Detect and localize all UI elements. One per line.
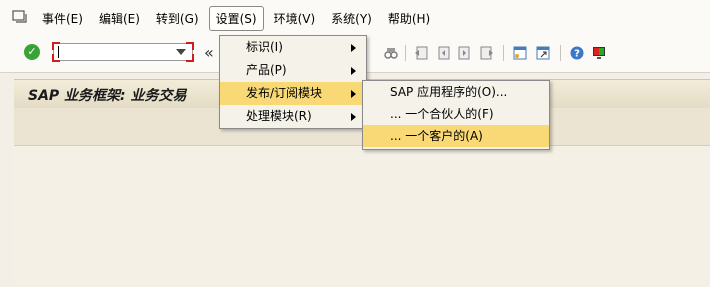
work-area: [14, 146, 710, 287]
shortcut-icon[interactable]: [536, 46, 550, 60]
menu-edit[interactable]: 编辑(E): [93, 7, 146, 30]
menu-help[interactable]: 帮助(H): [382, 7, 436, 30]
previous-page-icon[interactable]: [436, 46, 450, 60]
publish-subscribe-submenu: SAP 应用程序的(O)... ... 一个合伙人的(F) ... 一个客户的(…: [362, 80, 550, 150]
help-icon[interactable]: ?: [570, 46, 584, 60]
menu-environment[interactable]: 环境(V): [268, 7, 322, 30]
collapse-icon[interactable]: «: [204, 43, 214, 62]
submenu-arrow-icon: [351, 113, 356, 121]
settings-menu: 标识(I) 产品(P) 发布/订阅模块 处理模块(R): [219, 35, 367, 129]
settings-item-process-modules[interactable]: 处理模块(R): [220, 105, 366, 128]
next-page-icon[interactable]: [458, 46, 472, 60]
settings-item-identification[interactable]: 标识(I): [220, 36, 366, 59]
command-field[interactable]: [52, 42, 194, 62]
last-page-icon[interactable]: [480, 46, 494, 60]
customize-layout-icon[interactable]: [592, 46, 606, 60]
settings-item-product[interactable]: 产品(P): [220, 59, 366, 82]
new-session-icon[interactable]: [513, 46, 527, 60]
menu-system[interactable]: 系统(Y): [325, 7, 378, 30]
menu-goto[interactable]: 转到(G): [150, 7, 205, 30]
text-cursor: [58, 46, 59, 58]
enter-check-icon[interactable]: ✓: [24, 44, 40, 60]
submenu-item-partner[interactable]: ... 一个合伙人的(F): [363, 103, 549, 125]
menu-event[interactable]: 事件(E): [36, 7, 89, 30]
command-dropdown-icon[interactable]: [176, 49, 186, 55]
submenu-item-customer[interactable]: ... 一个客户的(A): [363, 125, 549, 147]
submenu-arrow-icon: [351, 67, 356, 75]
app-menu-icon[interactable]: [12, 10, 30, 26]
submenu-arrow-icon: [351, 90, 356, 98]
page-title: SAP 业务框架: 业务交易: [28, 88, 187, 104]
first-page-icon[interactable]: [414, 46, 428, 60]
submenu-arrow-icon: [351, 44, 356, 52]
menu-settings[interactable]: 设置(S): [208, 5, 264, 31]
settings-item-publish-subscribe[interactable]: 发布/订阅模块: [220, 82, 366, 105]
menu-bar: 事件(E) 编辑(E) 转到(G) 设置(S) 环境(V) 系统(Y) 帮助(H…: [0, 0, 710, 36]
submenu-item-sap-application[interactable]: SAP 应用程序的(O)...: [363, 81, 549, 103]
svg-text:?: ?: [574, 49, 580, 60]
find-icon[interactable]: [384, 46, 398, 60]
